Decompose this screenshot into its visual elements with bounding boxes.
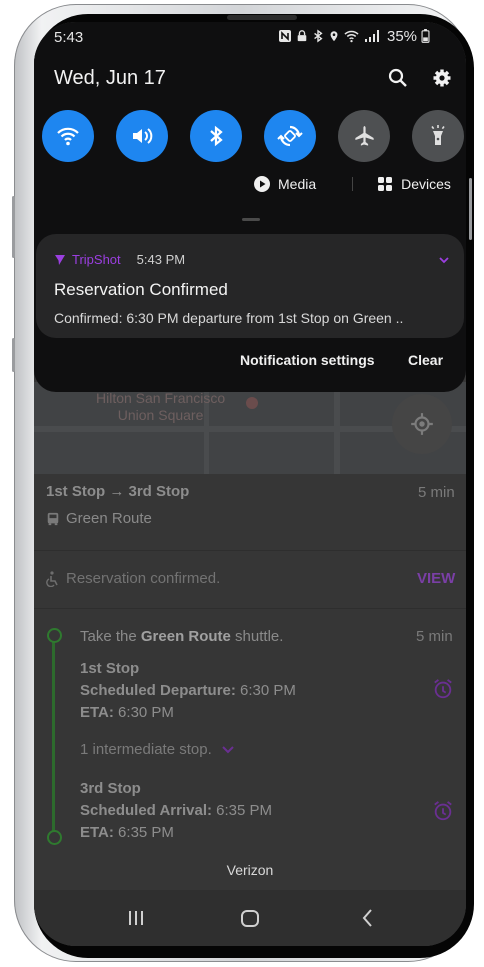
auto-rotate-toggle[interactable] — [264, 110, 316, 162]
recents-icon — [129, 911, 143, 925]
map-street — [334, 382, 340, 474]
shade-date: Wed, Jun 17 — [54, 67, 166, 89]
route-timeline-line — [52, 635, 55, 835]
notification-title: Reservation Confirmed — [54, 280, 228, 299]
notification-time: 5:43 PM — [136, 252, 186, 267]
lock-icon — [297, 30, 307, 42]
notification-body: Confirmed: 6:30 PM departure from 1st St… — [54, 310, 404, 326]
battery-icon — [421, 29, 430, 43]
settings-button[interactable] — [430, 66, 454, 90]
tripshot-logo-icon — [55, 254, 65, 265]
expand-chevron-icon[interactable] — [438, 254, 450, 266]
map-pin-icon — [246, 397, 258, 409]
home-button[interactable] — [236, 904, 264, 932]
destination-stop: 3rd Stop Scheduled Arrival: 6:35 PM ETA:… — [80, 780, 273, 841]
trip-duration: 5 min — [418, 484, 455, 501]
search-button[interactable] — [386, 66, 410, 90]
nfc-icon — [279, 30, 291, 42]
accessibility-icon — [46, 570, 58, 587]
search-icon — [388, 68, 407, 87]
status-icons: 35% — [278, 27, 430, 45]
signal-icon — [365, 30, 379, 42]
alarm-icon[interactable] — [432, 800, 454, 822]
side-button-left — [12, 196, 15, 258]
shade-header-actions — [386, 66, 454, 90]
route-row: Green Route — [46, 510, 152, 527]
notification-app-name: TripShot — [72, 252, 121, 267]
alarm-icon[interactable] — [432, 678, 454, 700]
step-instruction: Take the Green Route shuttle. — [80, 628, 284, 645]
sound-toggle[interactable] — [116, 110, 168, 162]
intermediate-stops-toggle[interactable]: 1 intermediate stop. — [80, 741, 234, 758]
screen: Hilton San Francisco Union Square 1st St… — [34, 22, 466, 946]
battery-percent: 35% — [387, 27, 418, 45]
route-name: Green Route — [66, 510, 152, 527]
divider — [34, 550, 466, 551]
status-time: 5:43 — [54, 29, 84, 46]
notification-actions: Notification settings Clear — [34, 352, 466, 378]
view-reservation-button[interactable]: VIEW — [417, 570, 455, 587]
shade-drag-handle[interactable] — [242, 218, 260, 221]
flashlight-toggle[interactable] — [412, 110, 464, 162]
volume-icon — [133, 128, 153, 144]
tripshot-notification[interactable]: TripShot 5:43 PM Reservation Confirmed C… — [36, 234, 464, 338]
flashlight-icon — [431, 125, 445, 145]
reservation-row: Reservation confirmed. — [46, 570, 220, 587]
timeline-start-dot — [47, 628, 62, 643]
crosshair-icon — [411, 413, 433, 435]
chevron-down-icon — [222, 745, 234, 753]
side-button-left-2 — [12, 338, 15, 372]
map-poi-label: Hilton San Francisco Union Square — [96, 390, 226, 423]
bluetooth-toggle[interactable] — [190, 110, 242, 162]
back-icon — [362, 909, 372, 927]
wifi-icon — [57, 127, 79, 146]
home-icon — [241, 910, 259, 927]
step-duration: 5 min — [416, 628, 453, 645]
trip-title: 1st Stop → 3rd Stop — [46, 483, 190, 500]
timeline-end-dot — [47, 830, 62, 845]
status-bar: 5:43 35% — [34, 22, 466, 50]
navigation-bar — [34, 890, 466, 946]
recent-apps-button[interactable] — [122, 904, 150, 932]
airplane-icon — [355, 126, 374, 146]
origin-stop: 1st Stop Scheduled Departure: 6:30 PM ET… — [80, 660, 296, 721]
bus-icon — [47, 512, 59, 525]
airplane-mode-toggle[interactable] — [338, 110, 390, 162]
notification-shade: 5:43 35% Wed, Jun 17 Media Devices TripS… — [34, 22, 466, 392]
notification-settings-button[interactable]: Notification settings — [240, 352, 375, 368]
quick-settings-row — [42, 110, 466, 164]
earpiece-speaker — [227, 15, 297, 20]
back-button[interactable] — [354, 904, 382, 932]
wifi-toggle[interactable] — [42, 110, 94, 162]
rotate-icon — [277, 125, 303, 147]
wifi-status-icon — [344, 30, 359, 43]
divider — [34, 608, 466, 609]
separator — [352, 177, 354, 191]
media-devices-row: Media Devices — [254, 176, 451, 192]
notification-header: TripShot 5:43 PM — [54, 252, 185, 267]
gear-icon — [433, 69, 451, 87]
media-button[interactable]: Media — [278, 176, 316, 192]
bluetooth-status-icon — [314, 29, 323, 43]
my-location-button[interactable] — [392, 394, 452, 454]
devices-button[interactable]: Devices — [401, 176, 451, 192]
reservation-status: Reservation confirmed. — [66, 570, 221, 587]
bluetooth-icon — [210, 125, 223, 147]
carrier-label: Verizon — [226, 862, 274, 878]
play-icon — [254, 176, 270, 192]
devices-icon — [378, 177, 393, 191]
location-icon — [330, 31, 338, 42]
side-button-right — [469, 178, 472, 240]
clear-button[interactable]: Clear — [408, 352, 443, 368]
